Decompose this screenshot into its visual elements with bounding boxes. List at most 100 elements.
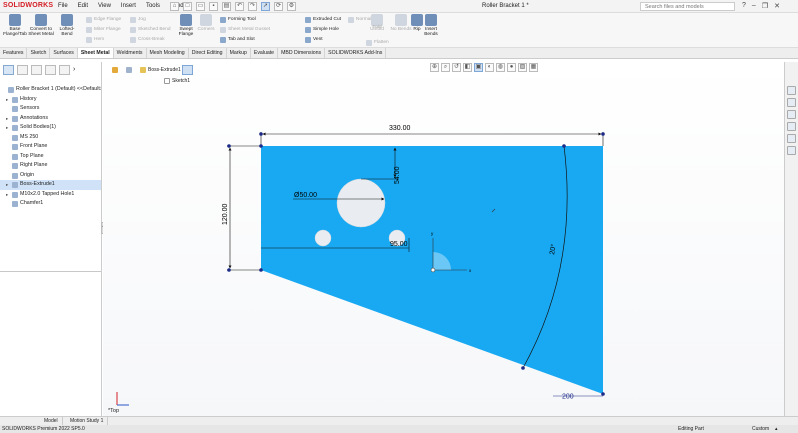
insert-bends-tool[interactable]: Insert Bends: [418, 14, 444, 37]
tab-evaluate[interactable]: Evaluate: [251, 48, 279, 58]
tree-node[interactable]: Chamfer1: [0, 199, 101, 209]
options-gear-icon[interactable]: ⚙: [287, 2, 296, 11]
menu-insert[interactable]: Insert: [121, 3, 136, 9]
tab-add-ins[interactable]: SOLIDWORKS Add-Ins: [325, 48, 387, 58]
tab-sketch[interactable]: Sketch: [27, 48, 51, 58]
tree-node[interactable]: Roller Bracket 1 (Default) <<Default>_Di: [0, 85, 101, 95]
tree-node[interactable]: MS 250: [0, 133, 101, 143]
tree-node[interactable]: ▸ Boss-Extrude1: [0, 180, 101, 190]
expand-chevron-icon[interactable]: ▸: [6, 180, 8, 189]
tab-features[interactable]: Features: [0, 48, 28, 58]
open-icon[interactable]: ▭: [196, 2, 205, 11]
configuration-manager-tab-icon[interactable]: [31, 65, 42, 75]
forming-tool[interactable]: Forming Tool: [220, 15, 256, 24]
vent-tool[interactable]: Vent: [305, 35, 323, 44]
corners-tool[interactable]: Corners: [193, 14, 219, 32]
save-icon[interactable]: ▪: [209, 2, 218, 11]
dimxpert-tab-icon[interactable]: [45, 65, 56, 75]
tab-weldments[interactable]: Weldments: [114, 48, 147, 58]
custom-properties-icon[interactable]: [787, 146, 796, 155]
tree-node[interactable]: Right Plane: [0, 161, 101, 171]
gusset-tool[interactable]: Sheet Metal Gusset: [220, 25, 270, 34]
tree-node[interactable]: Front Plane: [0, 142, 101, 152]
hem-tool[interactable]: Hem: [86, 35, 104, 44]
menu-edit[interactable]: Edit: [78, 3, 88, 9]
extruded-cut-tool[interactable]: Extruded Cut: [305, 15, 341, 24]
fold-tool[interactable]: Fold: [364, 25, 390, 30]
tab-surfaces[interactable]: Surfaces: [50, 48, 78, 58]
rebuild-icon[interactable]: ⟳: [274, 2, 283, 11]
tree-node[interactable]: ▸ M10x2.0 Tapped Hole1: [0, 190, 101, 200]
base-flange-tool[interactable]: Base Flange/Tab: [2, 14, 28, 37]
command-manager: Base Flange/Tab Convert to Sheet Metal L…: [0, 13, 798, 48]
home-icon[interactable]: ⌂: [170, 2, 179, 11]
expand-chevron-icon[interactable]: ▸: [6, 190, 8, 199]
tree-node-label: Annotations: [20, 114, 48, 121]
tab-markup[interactable]: Markup: [227, 48, 251, 58]
model-viewport[interactable]: 330.00 120.00 54.00 Ø50.00 95.00 20° y x…: [103, 62, 784, 416]
select-pointer-icon[interactable]: ➚: [261, 2, 270, 11]
file-explorer-icon[interactable]: [787, 110, 796, 119]
flatten-tool[interactable]: Flatten: [366, 38, 389, 47]
design-library-icon[interactable]: [787, 98, 796, 107]
plane-icon: [12, 163, 18, 169]
large-hole[interactable]: [336, 178, 386, 228]
new-document-icon[interactable]: □: [183, 2, 192, 11]
simple-hole-tool[interactable]: Simple Hole: [305, 25, 339, 34]
tab-motion-study[interactable]: Motion Study 1: [66, 417, 109, 425]
search-input[interactable]: Search files and models: [640, 2, 735, 11]
plane-icon: [12, 153, 18, 160]
tab-direct-editing[interactable]: Direct Editing: [189, 48, 227, 58]
tree-node[interactable]: Top Plane: [0, 152, 101, 162]
units-dropdown-icon[interactable]: ▴: [775, 425, 778, 433]
solidworks-resources-icon[interactable]: [787, 86, 796, 95]
tree-node[interactable]: ▸ Solid Bodies(1): [0, 123, 101, 133]
width-dimension[interactable]: 330.00: [260, 125, 604, 146]
title-bar: SOLIDWORKS File Edit View Insert Tools W…: [0, 0, 798, 13]
tab-model[interactable]: Model: [40, 417, 63, 425]
undo-icon[interactable]: ↶: [235, 2, 244, 11]
expand-chevron-icon[interactable]: ▸: [6, 123, 8, 132]
feature-tree-tab-icon[interactable]: [3, 65, 14, 75]
minimize-button[interactable]: –: [752, 2, 756, 10]
menu-file[interactable]: File: [58, 3, 68, 9]
height-dimension[interactable]: 120.00: [222, 145, 261, 271]
edge-flange-tool[interactable]: Edge Flange: [86, 15, 121, 24]
tree-node[interactable]: ▸ History: [0, 95, 101, 105]
sketched-bend-tool[interactable]: Sketched Bend: [130, 25, 171, 34]
lofted-bend-tool[interactable]: Lofted-Bend: [54, 14, 80, 37]
appearances-icon[interactable]: [787, 134, 796, 143]
property-manager-tab-icon[interactable]: [17, 65, 28, 75]
tab-sheet-metal[interactable]: Sheet Metal: [77, 48, 114, 58]
expand-chevron-icon[interactable]: ▸: [6, 95, 8, 104]
convert-sheet-metal-tool[interactable]: Convert to Sheet Metal: [28, 14, 54, 37]
view-palette-icon[interactable]: [787, 122, 796, 131]
tree-node[interactable]: Origin: [0, 171, 101, 181]
panel-splitter[interactable]: [0, 271, 101, 272]
tab-mesh-modeling[interactable]: Mesh Modeling: [147, 48, 189, 58]
small-hole-left[interactable]: [314, 229, 332, 247]
miter-flange-tool[interactable]: Miter Flange: [86, 25, 121, 34]
units-status[interactable]: Custom: [752, 425, 769, 433]
help-icon[interactable]: ?: [742, 2, 746, 10]
chevron-right-icon[interactable]: ›: [73, 65, 84, 75]
cross-break-tool[interactable]: Cross-Break: [130, 35, 165, 44]
jog-tool[interactable]: Jog: [130, 15, 146, 24]
tree-node[interactable]: ▸ Annotations: [0, 114, 101, 124]
forming-tool-icon: [220, 16, 226, 23]
tree-node-label: MS 250: [20, 133, 39, 140]
redo-icon[interactable]: ↷: [248, 2, 257, 11]
print-icon[interactable]: ▤: [222, 2, 231, 11]
display-manager-tab-icon[interactable]: [59, 65, 70, 75]
expand-chevron-icon[interactable]: ▸: [6, 114, 8, 123]
close-button[interactable]: ✕: [774, 2, 780, 10]
menu-view[interactable]: View: [98, 3, 111, 9]
offset-dimension-text: 54.00: [394, 166, 401, 184]
document-title: Roller Bracket 1 *: [482, 3, 529, 9]
tab-and-slot-tool[interactable]: Tab and Slot: [220, 35, 255, 44]
tree-node[interactable]: Sensors: [0, 104, 101, 114]
tab-mbd-dimensions[interactable]: MBD Dimensions: [278, 48, 326, 58]
boss-extrude-icon: [12, 182, 18, 188]
menu-tools[interactable]: Tools: [146, 3, 160, 9]
restore-button[interactable]: ❐: [762, 2, 768, 10]
